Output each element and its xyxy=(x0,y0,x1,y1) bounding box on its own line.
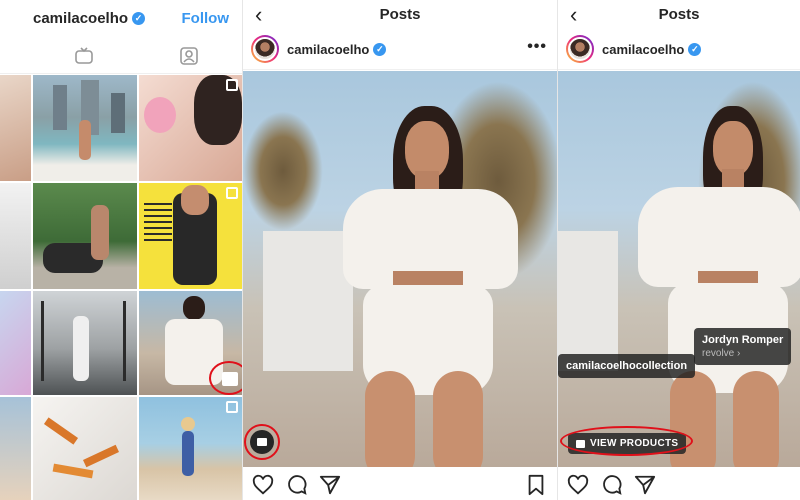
post-username[interactable]: camilacoelho ✓ xyxy=(602,42,702,57)
grid-post[interactable] xyxy=(33,397,137,500)
multi-photo-icon xyxy=(226,187,238,199)
background-building xyxy=(263,231,353,371)
tagged-icon[interactable] xyxy=(179,46,199,66)
post-navbar: ‹ Posts xyxy=(558,0,800,30)
post-grid xyxy=(0,75,242,500)
post-actions xyxy=(243,470,557,500)
profile-header: camilacoelho ✓ Follow xyxy=(0,0,242,36)
product-store: revolve › xyxy=(702,348,741,359)
heart-icon[interactable] xyxy=(252,474,274,496)
post-actions xyxy=(558,470,800,500)
comment-icon[interactable] xyxy=(601,474,623,496)
verified-badge-icon: ✓ xyxy=(132,12,146,25)
profile-tabs xyxy=(0,38,242,74)
multi-photo-icon xyxy=(226,401,238,413)
verified-badge-icon: ✓ xyxy=(373,43,387,56)
grid-post[interactable] xyxy=(139,397,242,500)
grid-post[interactable] xyxy=(0,291,31,395)
person-leg xyxy=(433,371,483,467)
page-title: Posts xyxy=(379,6,421,23)
highlight-ring xyxy=(560,426,693,456)
grid-post[interactable] xyxy=(33,291,137,395)
person-leg xyxy=(733,371,779,467)
post-navbar: ‹ Posts xyxy=(243,0,557,30)
grid-post[interactable] xyxy=(0,75,31,181)
save-bookmark-icon[interactable] xyxy=(525,474,547,496)
page-title: Posts xyxy=(658,6,700,23)
share-icon[interactable] xyxy=(319,474,341,496)
grid-post[interactable] xyxy=(0,397,31,500)
comment-icon[interactable] xyxy=(286,474,308,496)
grid-post[interactable] xyxy=(139,75,242,181)
background-palm xyxy=(243,111,323,231)
more-options-icon[interactable]: ••• xyxy=(527,38,547,56)
follow-button[interactable]: Follow xyxy=(182,10,230,27)
igtv-icon[interactable] xyxy=(74,46,94,66)
post-header: camilacoelho ✓ ••• xyxy=(243,30,557,70)
post-username[interactable]: camilacoelho ✓ xyxy=(287,42,387,57)
post-photo[interactable]: Jordyn Romper revolve › camilacoelhocoll… xyxy=(558,71,800,467)
person-leg xyxy=(365,371,415,467)
product-tag[interactable]: Jordyn Romper revolve › xyxy=(694,328,792,365)
grid-post[interactable] xyxy=(33,75,137,181)
share-icon[interactable] xyxy=(634,474,656,496)
avatar[interactable] xyxy=(566,35,594,63)
avatar[interactable] xyxy=(251,35,279,63)
profile-username[interactable]: camilacoelho ✓ xyxy=(33,10,146,27)
heart-icon[interactable] xyxy=(567,474,589,496)
post-tagged-panel: ‹ Posts camilacoelho ✓ Jordyn Romper rev… xyxy=(558,0,800,500)
grid-post[interactable] xyxy=(139,183,242,289)
highlight-ring xyxy=(244,424,280,460)
post-panel: ‹ Posts camilacoelho ✓ ••• xyxy=(243,0,557,500)
profile-grid-panel: camilacoelho ✓ Follow xyxy=(0,0,242,500)
background-building xyxy=(558,231,618,371)
person-face xyxy=(713,121,753,176)
verified-badge-icon: ✓ xyxy=(688,43,702,56)
post-header: camilacoelho ✓ xyxy=(558,30,800,70)
highlight-ring xyxy=(209,361,242,395)
grid-post[interactable] xyxy=(0,183,31,289)
grid-post[interactable] xyxy=(33,183,137,289)
post-photo[interactable] xyxy=(243,71,557,467)
brand-tag[interactable]: camilacoelhocollection xyxy=(558,354,696,378)
multi-photo-icon xyxy=(226,79,238,91)
